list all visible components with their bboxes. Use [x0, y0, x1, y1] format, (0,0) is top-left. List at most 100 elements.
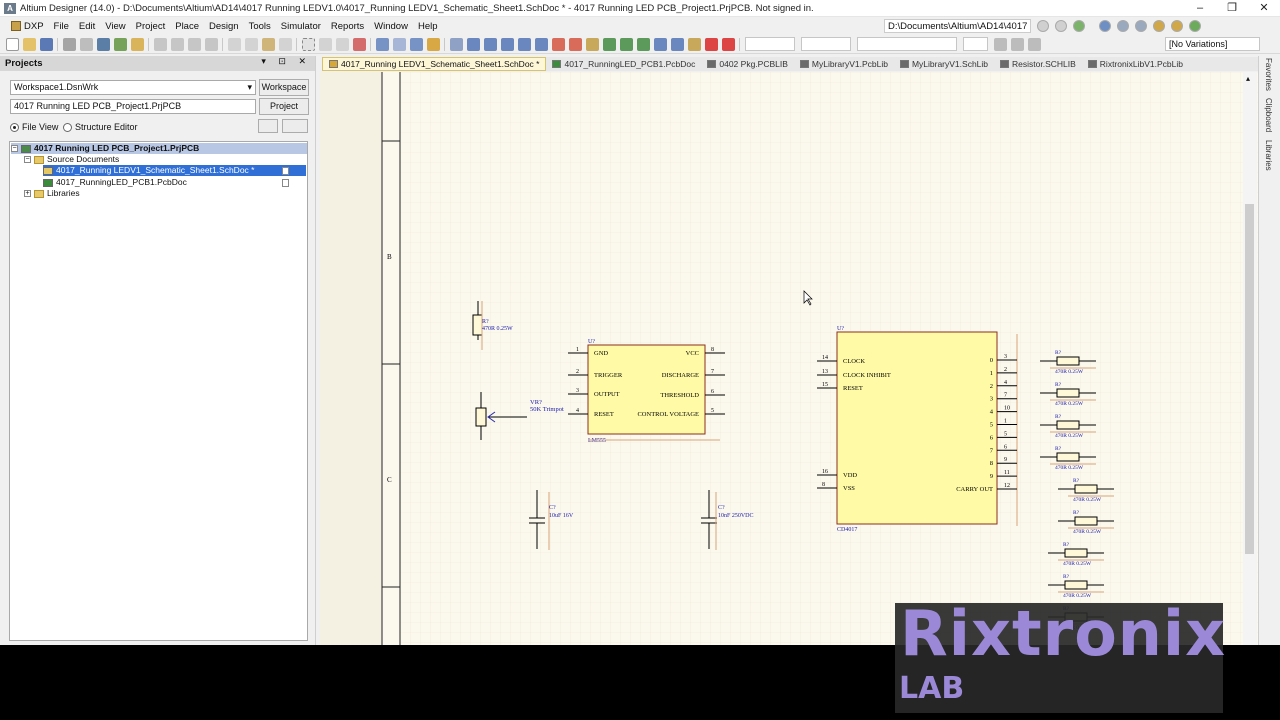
grid-icon[interactable]	[1028, 37, 1041, 51]
sheet-symbol-icon[interactable]	[603, 37, 616, 51]
no-connect-icon[interactable]	[722, 37, 735, 51]
clipboard-tab[interactable]: Clipboard	[1264, 98, 1273, 132]
print-icon[interactable]	[63, 37, 76, 51]
project-button[interactable]: Project	[259, 98, 309, 115]
menu-design[interactable]: Design	[204, 21, 244, 32]
zoom-filter-icon[interactable]	[205, 37, 218, 51]
zoom-area-icon[interactable]	[171, 37, 184, 51]
distribute-icon[interactable]	[1011, 37, 1024, 51]
folder-icon[interactable]	[131, 37, 144, 51]
bus-entry-icon[interactable]	[518, 37, 531, 51]
collapse-icon[interactable]: −	[24, 156, 31, 163]
menu-reports[interactable]: Reports	[326, 21, 369, 32]
open-icon[interactable]	[23, 37, 36, 51]
port-icon[interactable]	[688, 37, 701, 51]
toolbar-combo-1[interactable]	[745, 37, 795, 51]
tab-2[interactable]: 0402 Pkg.PCBLIB	[701, 57, 794, 71]
paste-icon[interactable]	[262, 37, 275, 51]
move-icon[interactable]	[319, 37, 332, 51]
menu-edit[interactable]: Edit	[74, 21, 100, 32]
schematic-sheet[interactable]: B C R? 470R 0.25W VR? 50K Trimpot C? 10u…	[320, 72, 1258, 645]
bus-icon[interactable]	[484, 37, 497, 51]
ic-lm555[interactable]: U? LM555 1 GND 2 TRIGGER 3 OUTPUT 4 RESET 8 VCC 7 D…	[568, 339, 725, 444]
harness-entry-icon[interactable]	[671, 37, 684, 51]
tab-6[interactable]: RixtronixLibV1.PcbLib	[1082, 57, 1189, 71]
menu-project[interactable]: Project	[131, 21, 171, 32]
minimize-button[interactable]: –	[1184, 0, 1216, 17]
cut-icon[interactable]	[228, 37, 241, 51]
tab-4[interactable]: MyLibraryV1.SchLib	[894, 57, 994, 71]
toolbar-combo-4[interactable]	[963, 37, 988, 51]
deselect-icon[interactable]	[336, 37, 349, 51]
device-sheet-icon[interactable]	[114, 37, 127, 51]
favorites-tab[interactable]: Favorites	[1264, 58, 1273, 91]
select-area-icon[interactable]	[302, 37, 315, 51]
menu-simulator[interactable]: Simulator	[276, 21, 326, 32]
expand-icon[interactable]: +	[24, 190, 31, 197]
part-icon[interactable]	[586, 37, 599, 51]
workspace-select[interactable]: Workspace1.DsnWrk ▾	[10, 80, 256, 95]
new-icon[interactable]	[6, 37, 19, 51]
cross-probe-icon[interactable]	[427, 37, 440, 51]
pin-icon[interactable]	[1153, 20, 1166, 32]
device-sheet-symbol-icon[interactable]	[637, 37, 650, 51]
tab-3[interactable]: MyLibraryV1.PcbLib	[794, 57, 894, 71]
menu-file[interactable]: File	[49, 21, 74, 32]
toolbar-combo-2[interactable]	[801, 37, 851, 51]
rubber-stamp-icon[interactable]	[279, 37, 292, 51]
refresh-icon[interactable]	[1189, 20, 1202, 32]
no-erc-icon[interactable]	[705, 37, 718, 51]
sheet-entry-icon[interactable]	[620, 37, 633, 51]
wire-icon[interactable]	[467, 37, 480, 51]
browse-component-icon[interactable]	[450, 37, 463, 51]
add-document-button[interactable]	[282, 119, 308, 133]
back-icon[interactable]	[1037, 20, 1050, 32]
tree-item-pcb[interactable]: 4017_RunningLED_PCB1.PcbDoc	[43, 177, 187, 188]
toolbar-combo-3[interactable]	[857, 37, 957, 51]
signal-harness-icon[interactable]	[501, 37, 514, 51]
settings-icon[interactable]	[1171, 20, 1184, 32]
harness-connector-icon[interactable]	[654, 37, 667, 51]
tab-1[interactable]: 4017_RunningLED_PCB1.PcbDoc	[546, 57, 701, 71]
print-preview-icon[interactable]	[80, 37, 93, 51]
schematic-canvas[interactable]: B C R? 470R 0.25W VR? 50K Trimpot C? 10u…	[320, 72, 1258, 645]
maximize-button[interactable]: ❐	[1216, 0, 1248, 17]
structure-editor-radio[interactable]: Structure Editor	[63, 122, 138, 132]
tree-item-schematic[interactable]: 4017_Running LEDV1_Schematic_Sheet1.SchD…	[43, 165, 306, 176]
tab-0[interactable]: 4017_Running LEDV1_Schematic_Sheet1.SchD…	[322, 57, 547, 71]
save-icon[interactable]	[40, 37, 53, 51]
collapse-icon[interactable]: −	[11, 145, 18, 152]
tools-icon[interactable]	[1099, 20, 1112, 32]
panel-header-buttons[interactable]: ▾ ⊡ ✕	[261, 56, 311, 67]
redo-icon[interactable]	[393, 37, 406, 51]
forward-icon[interactable]	[1055, 20, 1068, 32]
menu-place[interactable]: Place	[170, 21, 204, 32]
scrollbar-thumb[interactable]	[1245, 204, 1254, 554]
open-project-icon[interactable]	[97, 37, 110, 51]
download-icon[interactable]	[1135, 20, 1148, 32]
layout-icon[interactable]	[1117, 20, 1130, 32]
menu-tools[interactable]: Tools	[244, 21, 276, 32]
menu-view[interactable]: View	[100, 21, 130, 32]
menu-dxp[interactable]: DXP	[6, 21, 49, 32]
scroll-up-icon[interactable]: ▴	[1246, 74, 1250, 83]
tree-item-project[interactable]: − 4017 Running LED PCB_Project1.PrjPCB	[11, 143, 307, 154]
workspace-button[interactable]: Workspace	[259, 79, 309, 96]
copy-icon[interactable]	[245, 37, 258, 51]
menu-window[interactable]: Window	[369, 21, 413, 32]
clear-filter-icon[interactable]	[353, 37, 366, 51]
net-label-icon[interactable]	[535, 37, 548, 51]
project-field[interactable]: 4017 Running LED PCB_Project1.PrjPCB	[10, 99, 256, 114]
align-icon[interactable]	[994, 37, 1007, 51]
close-button[interactable]: ✕	[1248, 0, 1280, 17]
document-path-dropdown[interactable]: D:\Documents\Altium\AD14\4017	[884, 19, 1032, 33]
tab-5[interactable]: Resistor.SCHLIB	[994, 57, 1082, 71]
vcc-power-icon[interactable]	[569, 37, 582, 51]
zoom-selected-icon[interactable]	[188, 37, 201, 51]
libraries-tab[interactable]: Libraries	[1264, 140, 1273, 171]
vertical-scrollbar[interactable]: ▴	[1243, 72, 1257, 645]
tree-item-source-documents[interactable]: − Source Documents	[24, 154, 119, 165]
file-view-radio[interactable]: File View	[10, 122, 58, 132]
undo-icon[interactable]	[376, 37, 389, 51]
ic-cd4017[interactable]: U? CD4017 14 CLOCK13 CLOCK INHIBIT15 RESET1…	[817, 326, 1018, 533]
